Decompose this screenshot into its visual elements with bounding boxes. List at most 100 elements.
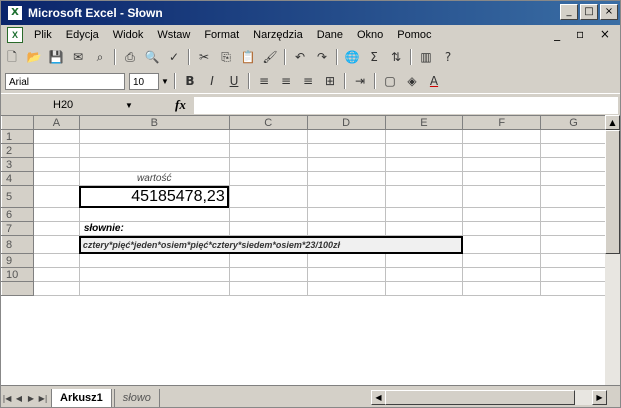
horizontal-scroll-thumb[interactable]	[385, 390, 575, 405]
column-header-d[interactable]: D	[306, 115, 386, 130]
cell-b5[interactable]: 45185478,23	[78, 185, 230, 208]
autosum-icon[interactable]: Σ	[364, 48, 384, 66]
first-sheet-icon[interactable]: |◀	[1, 394, 13, 403]
separator	[188, 49, 190, 65]
column-header-g[interactable]: G	[540, 115, 607, 130]
row-header[interactable]: 6	[1, 207, 34, 222]
chart-wizard-icon[interactable]: ▥	[416, 48, 436, 66]
row-header[interactable]: 3	[1, 157, 34, 172]
column-header-e[interactable]: E	[384, 115, 464, 130]
open-icon[interactable]: 📂	[24, 48, 44, 66]
merge-center-icon[interactable]: ⊞	[320, 72, 340, 90]
italic-icon[interactable]: I	[202, 72, 222, 90]
new-icon[interactable]: 🗋	[2, 48, 22, 66]
redo-icon[interactable]: ↷	[312, 48, 332, 66]
separator	[174, 73, 176, 89]
minimize-button[interactable]: _	[560, 4, 578, 20]
window-controls: _ □ ×	[560, 4, 618, 20]
horizontal-scrollbar[interactable]: ◀ ▶	[371, 390, 607, 405]
document-controls[interactable]: _ ▫ ×	[554, 27, 616, 41]
menu-view[interactable]: Widok	[106, 29, 151, 41]
hyperlink-icon[interactable]: 🌐	[342, 48, 362, 66]
prev-sheet-icon[interactable]: ◀	[13, 394, 25, 403]
table-row: 5 45185478,23	[1, 185, 607, 208]
menu-tools[interactable]: Narzędzia	[246, 29, 310, 41]
fx-icon[interactable]: fx	[175, 97, 186, 113]
menu-file[interactable]: Plik	[27, 29, 59, 41]
last-sheet-icon[interactable]: ▶|	[37, 394, 49, 403]
paste-icon[interactable]: 📋	[238, 48, 258, 66]
row-header[interactable]: 2	[1, 143, 34, 158]
chevron-down-icon[interactable]: ▼	[159, 77, 171, 86]
column-header-a[interactable]: A	[32, 115, 80, 130]
save-icon[interactable]: 💾	[46, 48, 66, 66]
next-sheet-icon[interactable]: ▶	[25, 394, 37, 403]
row-header[interactable]: 9	[1, 253, 34, 268]
formatting-toolbar: Arial 10 ▼ B I U ≡ ≡ ≡ ⊞ ⇥ ▢ ◈ A	[1, 69, 620, 93]
separator	[248, 73, 250, 89]
email-icon[interactable]: ✉	[68, 48, 88, 66]
cell-b7[interactable]: słownie:	[78, 221, 230, 236]
format-painter-icon[interactable]: 🖌	[260, 48, 280, 66]
column-header-b[interactable]: B	[78, 115, 230, 130]
borders-icon[interactable]: ▢	[380, 72, 400, 90]
formula-input[interactable]	[193, 96, 618, 114]
scroll-right-icon[interactable]: ▶	[592, 390, 607, 405]
vertical-scroll-thumb[interactable]	[605, 130, 620, 254]
cell-table: A B C D E F G 1 2 3 4 wartość 5 45185478,2…	[1, 115, 607, 296]
search-icon[interactable]: ⌕	[90, 48, 110, 66]
font-color-icon[interactable]: A	[424, 72, 444, 90]
print-icon[interactable]: ⎙	[120, 48, 140, 66]
sheet-tab-slowo[interactable]: słowo	[113, 388, 160, 407]
undo-icon[interactable]: ↶	[290, 48, 310, 66]
cell-b8[interactable]: cztery*pięć*jeden*osiem*pięć*cztery*sied…	[78, 235, 464, 254]
chevron-down-icon[interactable]: ▼	[123, 101, 135, 110]
row-header[interactable]: 4	[1, 171, 34, 186]
copy-icon[interactable]: ⎘	[216, 48, 236, 66]
menu-edit[interactable]: Edycja	[59, 29, 106, 41]
underline-icon[interactable]: U	[224, 72, 244, 90]
font-size-select[interactable]: 10	[129, 72, 159, 90]
separator	[114, 49, 116, 65]
sort-ascending-icon[interactable]: ⇅	[386, 48, 406, 66]
maximize-button[interactable]: □	[580, 4, 598, 20]
menu-window[interactable]: Okno	[350, 29, 390, 41]
cell-b4[interactable]: wartość	[78, 171, 230, 186]
spelling-icon[interactable]: ✓	[164, 48, 184, 66]
select-all-corner[interactable]	[1, 115, 34, 130]
menu-data[interactable]: Dane	[310, 29, 350, 41]
font-name-select[interactable]: Arial	[5, 72, 125, 90]
menu-insert[interactable]: Wstaw	[150, 29, 197, 41]
column-header-c[interactable]: C	[228, 115, 308, 130]
workbook-icon[interactable]: X	[7, 27, 23, 43]
row-header[interactable]: 1	[1, 129, 34, 144]
scroll-left-icon[interactable]: ◀	[371, 390, 386, 405]
align-center-icon[interactable]: ≡	[276, 72, 296, 90]
separator	[374, 73, 376, 89]
excel-window: X Microsoft Excel - Słown _ □ × X Plik E…	[0, 0, 621, 408]
separator	[344, 73, 346, 89]
row-header[interactable]: 7	[1, 221, 34, 236]
column-header-f[interactable]: F	[462, 115, 542, 130]
row-header[interactable]: 8	[1, 235, 34, 254]
row-header[interactable]: 5	[1, 185, 34, 208]
align-left-icon[interactable]: ≡	[254, 72, 274, 90]
fill-color-icon[interactable]: ◈	[402, 72, 422, 90]
align-right-icon[interactable]: ≡	[298, 72, 318, 90]
bold-icon[interactable]: B	[180, 72, 200, 90]
row-header[interactable]: 10	[1, 267, 34, 282]
cut-icon[interactable]: ✂	[194, 48, 214, 66]
menu-format[interactable]: Format	[197, 29, 246, 41]
separator	[336, 49, 338, 65]
print-preview-icon[interactable]: 🔍	[142, 48, 162, 66]
indent-icon[interactable]: ⇥	[350, 72, 370, 90]
close-button[interactable]: ×	[600, 4, 618, 20]
sheet-tab-arkusz1[interactable]: Arkusz1	[51, 388, 112, 407]
name-box[interactable]: H20	[35, 97, 123, 114]
row-header[interactable]	[1, 281, 34, 296]
scroll-up-icon[interactable]: ▲	[605, 115, 620, 130]
menu-help[interactable]: Pomoc	[390, 29, 438, 41]
vertical-scrollbar[interactable]: ▲	[605, 115, 620, 385]
help-icon[interactable]: ?	[438, 48, 458, 66]
worksheet-grid[interactable]: A B C D E F G 1 2 3 4 wartość 5 45185478,2…	[1, 115, 607, 385]
